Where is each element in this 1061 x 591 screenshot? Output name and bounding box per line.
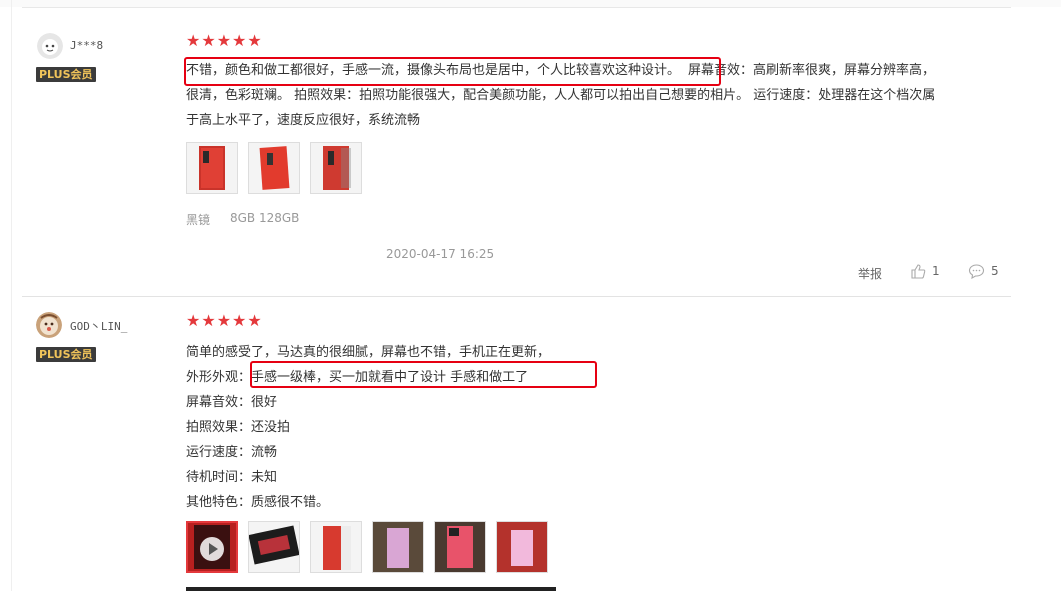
star-icon: ★ [201,31,216,50]
review-text-line-7: 其他特色：质感很不错。 [186,495,330,510]
review-divider [22,296,1011,297]
photo-thumbnail[interactable] [434,521,486,573]
review-photos [186,521,548,573]
star-icon: ★ [232,31,247,50]
star-icon: ★ [186,31,201,50]
review-text-line-6: 待机时间：未知 [186,470,278,485]
review-text-line-2: 很清，色彩斑斓。 拍照效果：拍照功能很强大，配合美颜功能，人人都可以拍出自己想要… [186,88,936,103]
appearance-label: 外形外观： [186,370,252,385]
review-text-line-5: 运行速度：流畅 [186,445,278,460]
plus-member-badge: PLUS会员 [36,347,96,362]
spec-memory: 8GB 128GB [230,211,300,225]
review-text-line-3: 于高上水平了，速度反应很好，系统流畅 [186,113,421,128]
avatar[interactable] [37,33,63,59]
star-icon: ★ [201,311,216,330]
rating-stars: ★ ★ ★ ★ ★ [186,311,262,330]
plus-member-badge: PLUS会员 [36,67,96,82]
star-icon: ★ [216,311,232,330]
left-edge [11,0,12,591]
review-text-line-3: 屏幕音效：很好 [186,395,278,410]
star-icon: ★ [247,311,262,330]
thumbs-up-icon [911,264,926,279]
highlight-box [184,57,721,86]
review-text-rest: 屏幕音效：高刷新率很爽，屏幕分辨率高， [688,63,936,78]
comment-count: 5 [991,264,999,278]
star-icon: ★ [186,311,201,330]
username[interactable]: GOD丶LIN_ [70,318,127,334]
top-strip [0,0,1061,7]
comment-icon [968,264,985,279]
video-strip [186,587,556,591]
review-text-line-4: 拍照效果：还没拍 [186,420,291,435]
comment-button[interactable]: 5 [968,263,999,279]
photo-thumbnail[interactable] [248,521,300,573]
report-link[interactable]: 举报 [858,265,882,282]
review-photos [186,142,362,194]
spec-color: 黑镜 [186,213,211,227]
photo-thumbnail[interactable] [186,142,238,194]
photo-thumbnail[interactable] [248,142,300,194]
photo-thumbnail[interactable] [310,142,362,194]
photo-thumbnail[interactable] [372,521,424,573]
like-button[interactable]: 1 [910,263,940,279]
like-count: 1 [932,264,940,278]
star-icon: ★ [247,31,262,50]
top-divider [22,7,1011,8]
avatar[interactable] [36,312,62,338]
star-icon: ★ [216,31,232,50]
username[interactable]: J***8 [70,39,103,52]
highlight-box [250,361,597,388]
star-icon: ★ [232,311,247,330]
review-text-line-1: 简单的感受了，马达真的很细腻，屏幕也不错，手机正在更新， [186,345,551,360]
video-thumbnail[interactable] [186,521,238,573]
rating-stars: ★ ★ ★ ★ ★ [186,31,262,50]
photo-thumbnail[interactable] [496,521,548,573]
review-date: 2020-04-17 16:25 [386,247,495,261]
photo-thumbnail[interactable] [310,521,362,573]
